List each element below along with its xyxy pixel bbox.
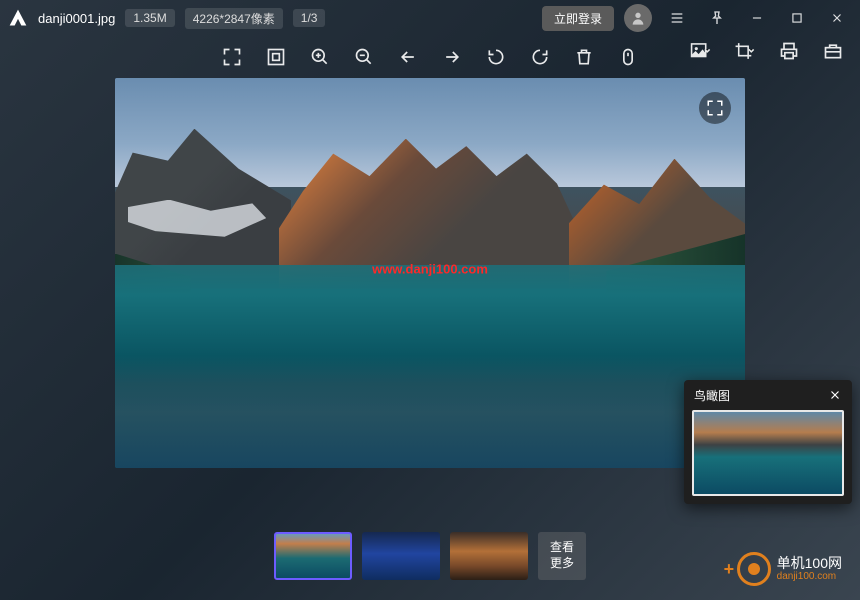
crop-dropdown-icon[interactable] [734, 40, 756, 62]
birdseye-close-icon[interactable] [828, 388, 842, 402]
more-line2: 更多 [550, 556, 574, 572]
view-more-button[interactable]: 查看 更多 [538, 532, 586, 580]
toolbox-icon[interactable] [822, 40, 844, 62]
image-dropdown-icon[interactable] [690, 40, 712, 62]
image-watermark: www.danji100.com [372, 262, 488, 277]
app-logo-icon [8, 8, 28, 28]
more-line1: 查看 [550, 540, 574, 556]
rotate-right-icon[interactable] [529, 46, 551, 68]
mouse-icon[interactable] [617, 46, 639, 68]
rotate-left-icon[interactable] [485, 46, 507, 68]
main-image[interactable]: www.danji100.com [115, 78, 745, 468]
menu-icon[interactable] [662, 3, 692, 33]
login-button[interactable]: 立即登录 [542, 6, 614, 31]
thumbnail-1[interactable] [274, 532, 352, 580]
previous-icon[interactable] [397, 46, 419, 68]
site-name-cn: 单机100网 [777, 556, 842, 571]
thumbnail-strip: 查看 更多 [274, 532, 586, 580]
zoom-out-icon[interactable] [353, 46, 375, 68]
minimize-button[interactable] [742, 3, 772, 33]
thumbnail-2[interactable] [362, 532, 440, 580]
fit-icon[interactable] [265, 46, 287, 68]
filename-label: danji0001.jpg [38, 11, 115, 26]
print-icon[interactable] [778, 40, 800, 62]
zoom-in-icon[interactable] [309, 46, 331, 68]
delete-icon[interactable] [573, 46, 595, 68]
close-button[interactable] [822, 3, 852, 33]
avatar-button[interactable] [624, 4, 652, 32]
index-badge: 1/3 [293, 9, 326, 27]
filesize-badge: 1.35M [125, 9, 174, 27]
site-logo-icon [737, 552, 771, 586]
fullscreen-icon[interactable] [221, 46, 243, 68]
expand-overlay-button[interactable] [699, 92, 731, 124]
site-name-en: danji100.com [777, 571, 842, 582]
maximize-button[interactable] [782, 3, 812, 33]
toolbar-right [690, 40, 844, 62]
birdseye-thumbnail[interactable] [692, 410, 844, 496]
birdseye-title: 鸟瞰图 [694, 387, 730, 404]
thumbnail-3[interactable] [450, 532, 528, 580]
dimensions-badge: 4226*2847像素 [185, 8, 283, 29]
next-icon[interactable] [441, 46, 463, 68]
pin-icon[interactable] [702, 3, 732, 33]
titlebar: danji0001.jpg 1.35M 4226*2847像素 1/3 立即登录 [0, 0, 860, 36]
birdseye-panel: 鸟瞰图 [684, 380, 852, 504]
site-watermark[interactable]: 单机100网 danji100.com [737, 552, 842, 586]
